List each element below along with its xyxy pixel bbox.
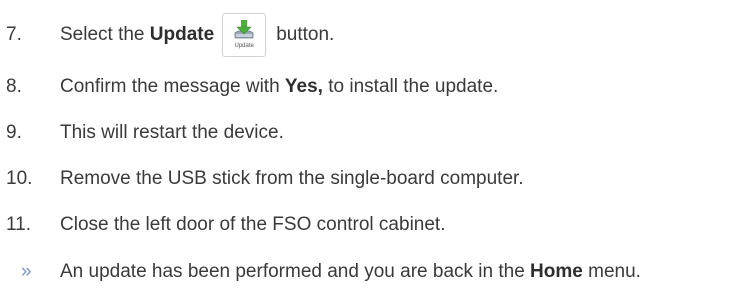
step-text-after: to install the update. xyxy=(322,76,499,97)
step-text: This will restart the device. xyxy=(60,122,284,143)
step-number: 9. xyxy=(6,122,22,143)
step-text-after: button. xyxy=(276,24,335,45)
step-number: 10. xyxy=(6,168,33,189)
update-button[interactable]: Update xyxy=(222,13,267,57)
step-number: 8. xyxy=(6,76,22,97)
step-text-before: Select the xyxy=(60,24,150,45)
result-text-before: An update has been performed and you are… xyxy=(60,261,531,282)
download-to-tray-icon xyxy=(234,20,254,39)
update-button-caption: Update xyxy=(234,43,254,49)
result-text: An update has been performed and you are… xyxy=(60,261,641,283)
home-label: Home xyxy=(530,261,583,282)
step-text: Select the Update Update button. xyxy=(60,13,334,57)
step-text-before: Confirm the message with xyxy=(60,76,285,97)
result-marker-icon: » xyxy=(21,261,32,282)
result-text-after: menu. xyxy=(582,261,641,282)
step-text: Close the left door of the FSO control c… xyxy=(60,214,446,235)
yes-label: Yes, xyxy=(284,76,323,97)
step-text: Remove the USB stick from the single-boa… xyxy=(60,168,524,189)
step-number: 7. xyxy=(6,24,22,45)
step-number: 11. xyxy=(6,214,32,235)
update-label: Update xyxy=(149,24,215,45)
step-text: Confirm the message with Yes, to install… xyxy=(60,76,498,98)
